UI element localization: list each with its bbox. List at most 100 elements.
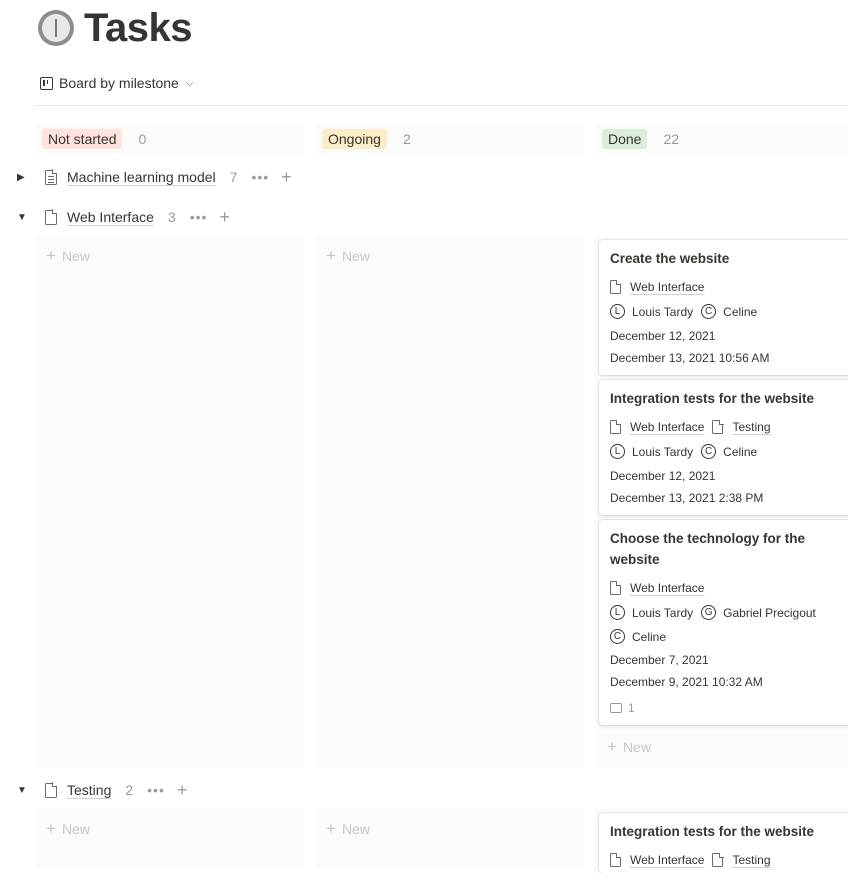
new-button[interactable]: + New — [46, 819, 90, 838]
task-card[interactable]: Integration tests for the website Web In… — [599, 813, 848, 873]
group-name[interactable]: Testing — [67, 782, 111, 798]
group-name[interactable]: Web Interface — [67, 209, 154, 225]
document-icon — [610, 279, 622, 294]
milestone-link[interactable]: Testing — [732, 853, 770, 867]
add-icon[interactable]: + — [219, 208, 230, 226]
plus-icon: + — [46, 819, 56, 838]
document-icon — [610, 419, 622, 434]
milestone-property: Web Interface — [610, 279, 704, 294]
milestone-link[interactable]: Web Interface — [630, 581, 704, 595]
avatar: C — [701, 444, 717, 459]
toggle-right-icon[interactable]: ▶ — [17, 172, 29, 183]
card-title: Integration tests for the website — [610, 824, 815, 839]
person-name: Celine — [632, 629, 667, 644]
page-title: Tasks — [84, 6, 192, 50]
add-icon[interactable]: + — [281, 168, 292, 186]
column-count: 22 — [663, 130, 680, 147]
column-count: 2 — [402, 130, 411, 147]
avatar: L — [610, 304, 625, 319]
avatar: C — [701, 304, 717, 319]
new-button[interactable]: + New — [326, 246, 370, 265]
plus-icon: + — [607, 737, 617, 756]
status-badge: Not started — [42, 128, 123, 149]
edited-time-property: December 13, 2021 2:38 PM — [610, 491, 764, 505]
column-header-not-started[interactable]: Not started 0 — [35, 123, 304, 154]
new-button[interactable]: + New — [46, 246, 90, 265]
task-card[interactable]: Create the website Web Interface L Louis… — [599, 240, 848, 375]
divider — [34, 105, 848, 106]
document-icon — [45, 782, 58, 798]
document-icon — [610, 852, 622, 867]
people-property-continued: C Celine — [610, 629, 666, 644]
more-icon[interactable]: ••• — [190, 209, 208, 225]
document-icon — [712, 852, 724, 867]
task-card[interactable]: Choose the technology for the website We… — [599, 520, 848, 725]
lane-not-started: + New — [35, 236, 304, 768]
people-property: L Louis Tardy G Gabriel Precigout — [610, 605, 816, 620]
plus-icon: + — [326, 819, 336, 838]
person-name: Louis Tardy — [632, 304, 694, 319]
view-switcher-button[interactable]: Board by milestone ⌵ — [40, 74, 193, 92]
comment-icon — [610, 703, 622, 713]
edited-time-property: December 13, 2021 10:56 AM — [610, 351, 770, 365]
status-badge: Ongoing — [322, 128, 387, 149]
card-title: Integration tests for the website — [610, 391, 815, 406]
edited-time-property: December 9, 2021 10:32 AM — [610, 675, 763, 689]
more-icon[interactable]: ••• — [251, 169, 269, 185]
milestone-link[interactable]: Testing — [732, 420, 770, 434]
board-icon — [40, 76, 53, 90]
new-button[interactable]: + New — [326, 819, 370, 838]
add-icon[interactable]: + — [177, 781, 188, 799]
group-name[interactable]: Machine learning model — [67, 169, 216, 185]
document-icon — [45, 169, 58, 185]
document-icon — [610, 580, 622, 595]
avatar: C — [610, 629, 625, 644]
column-header-ongoing[interactable]: Ongoing 2 — [315, 123, 584, 154]
people-property: L Louis Tardy C Celine — [610, 444, 757, 459]
comments[interactable]: 1 — [610, 701, 635, 715]
date-property: December 12, 2021 — [610, 469, 716, 483]
clock-icon[interactable] — [38, 10, 74, 46]
group-count: 2 — [125, 782, 134, 798]
view-label: Board by milestone — [59, 75, 179, 91]
person-name: Celine — [723, 304, 758, 319]
group-header-machine-learning: ▶ Machine learning model 7 ••• + — [17, 167, 292, 187]
milestone-link[interactable]: Web Interface — [630, 420, 704, 434]
chevron-down-icon: ⌵ — [185, 77, 194, 89]
card-title: website — [610, 552, 660, 567]
milestone-link[interactable]: Web Interface — [630, 280, 704, 294]
plus-icon: + — [46, 246, 56, 265]
person-name: Gabriel Precigout — [723, 605, 816, 620]
toggle-down-icon[interactable]: ▼ — [17, 212, 29, 223]
document-icon — [45, 209, 58, 225]
avatar: G — [701, 605, 717, 620]
card-title: Create the website — [610, 251, 730, 266]
toggle-down-icon[interactable]: ▼ — [17, 785, 29, 796]
group-header-testing: ▼ Testing 2 ••• + — [17, 780, 187, 800]
milestone-property: Web Interface — [610, 580, 704, 595]
person-name: Louis Tardy — [632, 605, 694, 620]
document-icon — [712, 419, 724, 434]
more-icon[interactable]: ••• — [147, 782, 165, 798]
milestone-property: Web Interface Testing — [610, 419, 771, 434]
date-property: December 7, 2021 — [610, 653, 709, 667]
person-name: Celine — [723, 444, 758, 459]
plus-icon: + — [326, 246, 336, 265]
card-title: Choose the technology for the — [610, 531, 806, 546]
person-name: Louis Tardy — [632, 444, 694, 459]
lane-not-started: + New — [35, 809, 304, 869]
people-property: L Louis Tardy C Celine — [610, 304, 757, 319]
status-badge: Done — [602, 128, 648, 149]
group-count: 7 — [229, 169, 238, 185]
avatar: L — [610, 605, 625, 620]
date-property: December 12, 2021 — [610, 329, 716, 343]
task-card[interactable]: Integration tests for the website Web In… — [599, 380, 848, 515]
milestone-link[interactable]: Web Interface — [630, 853, 704, 867]
column-header-done[interactable]: Done 22 — [595, 123, 848, 154]
group-header-web-interface: ▼ Web Interface 3 ••• + — [17, 207, 230, 227]
milestone-property: Web Interface Testing — [610, 852, 771, 867]
avatar: L — [610, 444, 625, 459]
column-count: 0 — [138, 130, 147, 147]
new-button[interactable]: + New — [607, 737, 651, 756]
lane-ongoing: + New — [315, 236, 584, 768]
